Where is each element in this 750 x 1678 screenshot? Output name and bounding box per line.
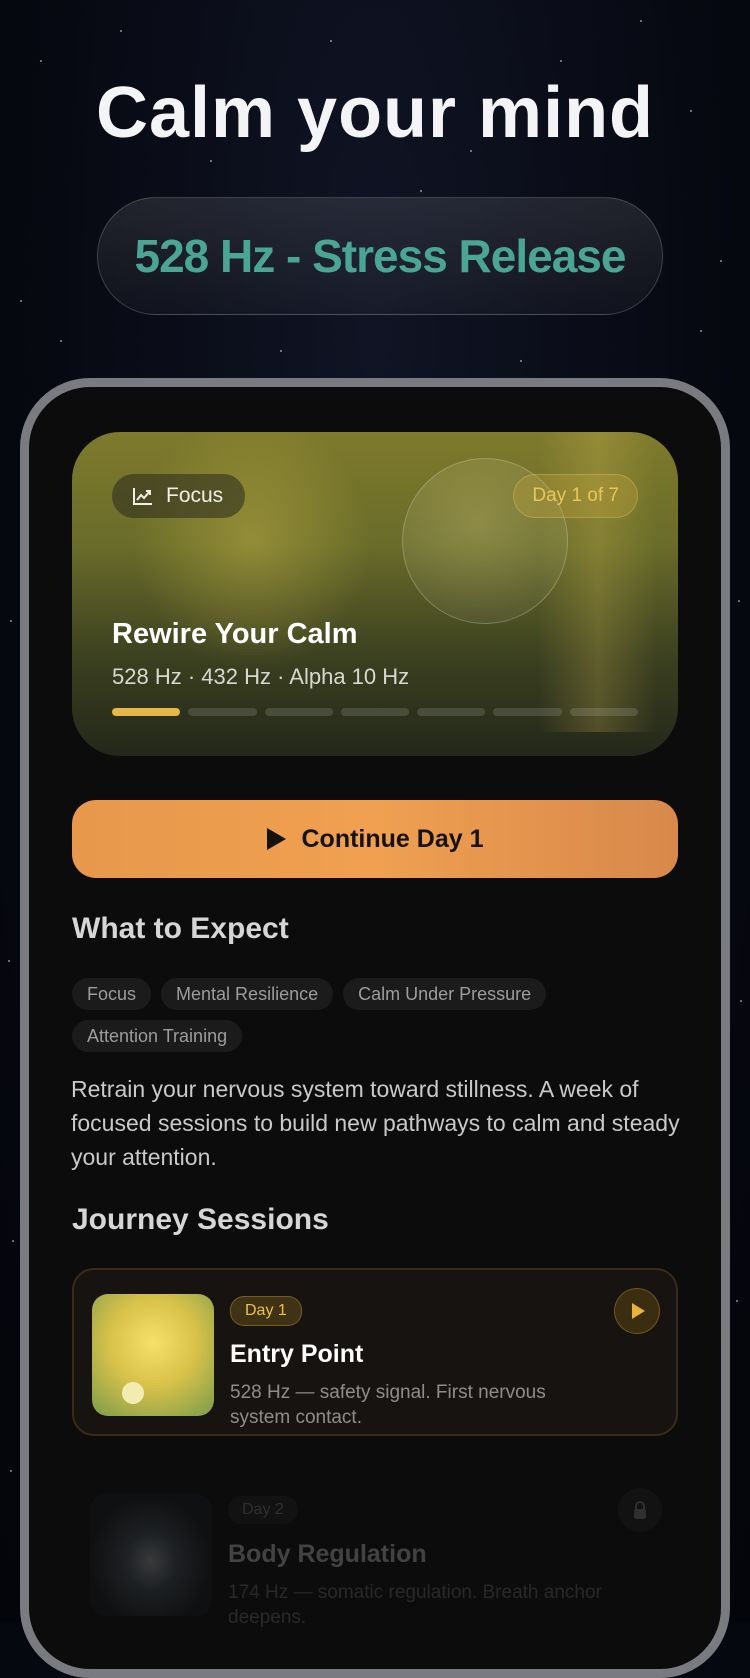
session-day-badge: Day 2 bbox=[228, 1496, 298, 1524]
progress-segment bbox=[340, 708, 410, 716]
expect-tag: Calm Under Pressure bbox=[343, 978, 547, 1010]
day-progress-badge: Day 1 of 7 bbox=[513, 474, 638, 518]
trending-chart-icon bbox=[133, 488, 152, 505]
session-card-day-1[interactable]: Day 1 Entry Point 528 Hz — safety signal… bbox=[72, 1268, 678, 1436]
expect-tag: Attention Training bbox=[72, 1020, 243, 1052]
play-icon bbox=[632, 1303, 645, 1319]
expect-tag: Mental Resilience bbox=[161, 978, 334, 1010]
headline: Calm your mind bbox=[95, 73, 655, 153]
session-title: Body Regulation bbox=[228, 1540, 427, 1568]
session-play-button[interactable] bbox=[614, 1288, 660, 1334]
continue-day-button[interactable]: Continue Day 1 bbox=[72, 800, 678, 878]
progress-segment bbox=[493, 708, 562, 716]
progress-segment-complete bbox=[112, 708, 181, 716]
category-chip-label: Focus bbox=[166, 484, 224, 507]
journey-progress-bar bbox=[112, 708, 638, 716]
session-thumbnail bbox=[92, 1294, 214, 1416]
session-thumbnail bbox=[90, 1494, 212, 1616]
progress-segment bbox=[417, 708, 486, 716]
play-icon bbox=[266, 828, 286, 850]
journey-sessions-title: Journey Sessions bbox=[72, 1203, 329, 1236]
journey-hero-card[interactable]: Focus Day 1 of 7 Rewire Your Calm 528 Hz… bbox=[72, 432, 678, 756]
frequency-pill: 528 Hz - Stress Release bbox=[97, 197, 663, 315]
continue-day-label: Continue Day 1 bbox=[301, 824, 484, 853]
journey-description: Retrain your nervous system toward still… bbox=[71, 1076, 680, 1170]
progress-segment bbox=[188, 708, 257, 716]
session-subtitle: 174 Hz — somatic regulation. Breath anch… bbox=[228, 1582, 602, 1628]
frequency-pill-label: 528 Hz - Stress Release bbox=[134, 230, 627, 282]
progress-segment bbox=[569, 708, 638, 716]
what-to-expect-title: What to Expect bbox=[72, 912, 289, 945]
session-title: Entry Point bbox=[230, 1340, 364, 1368]
session-subtitle: 528 Hz — safety signal. First nervous sy… bbox=[230, 1382, 546, 1428]
session-card-day-2[interactable]: Day 2 Body Regulation 174 Hz — somatic r… bbox=[72, 1470, 678, 1638]
lock-icon bbox=[618, 1488, 662, 1532]
session-day-badge: Day 1 bbox=[230, 1296, 302, 1326]
expect-tags: Focus Mental Resilience Calm Under Press… bbox=[72, 978, 678, 1052]
expect-tag: Focus bbox=[72, 978, 152, 1010]
progress-segment bbox=[264, 708, 333, 716]
journey-title: Rewire Your Calm bbox=[112, 618, 358, 650]
category-chip: Focus bbox=[112, 474, 246, 518]
journey-frequencies: 528 Hz · 432 Hz · Alpha 10 Hz bbox=[112, 664, 410, 689]
